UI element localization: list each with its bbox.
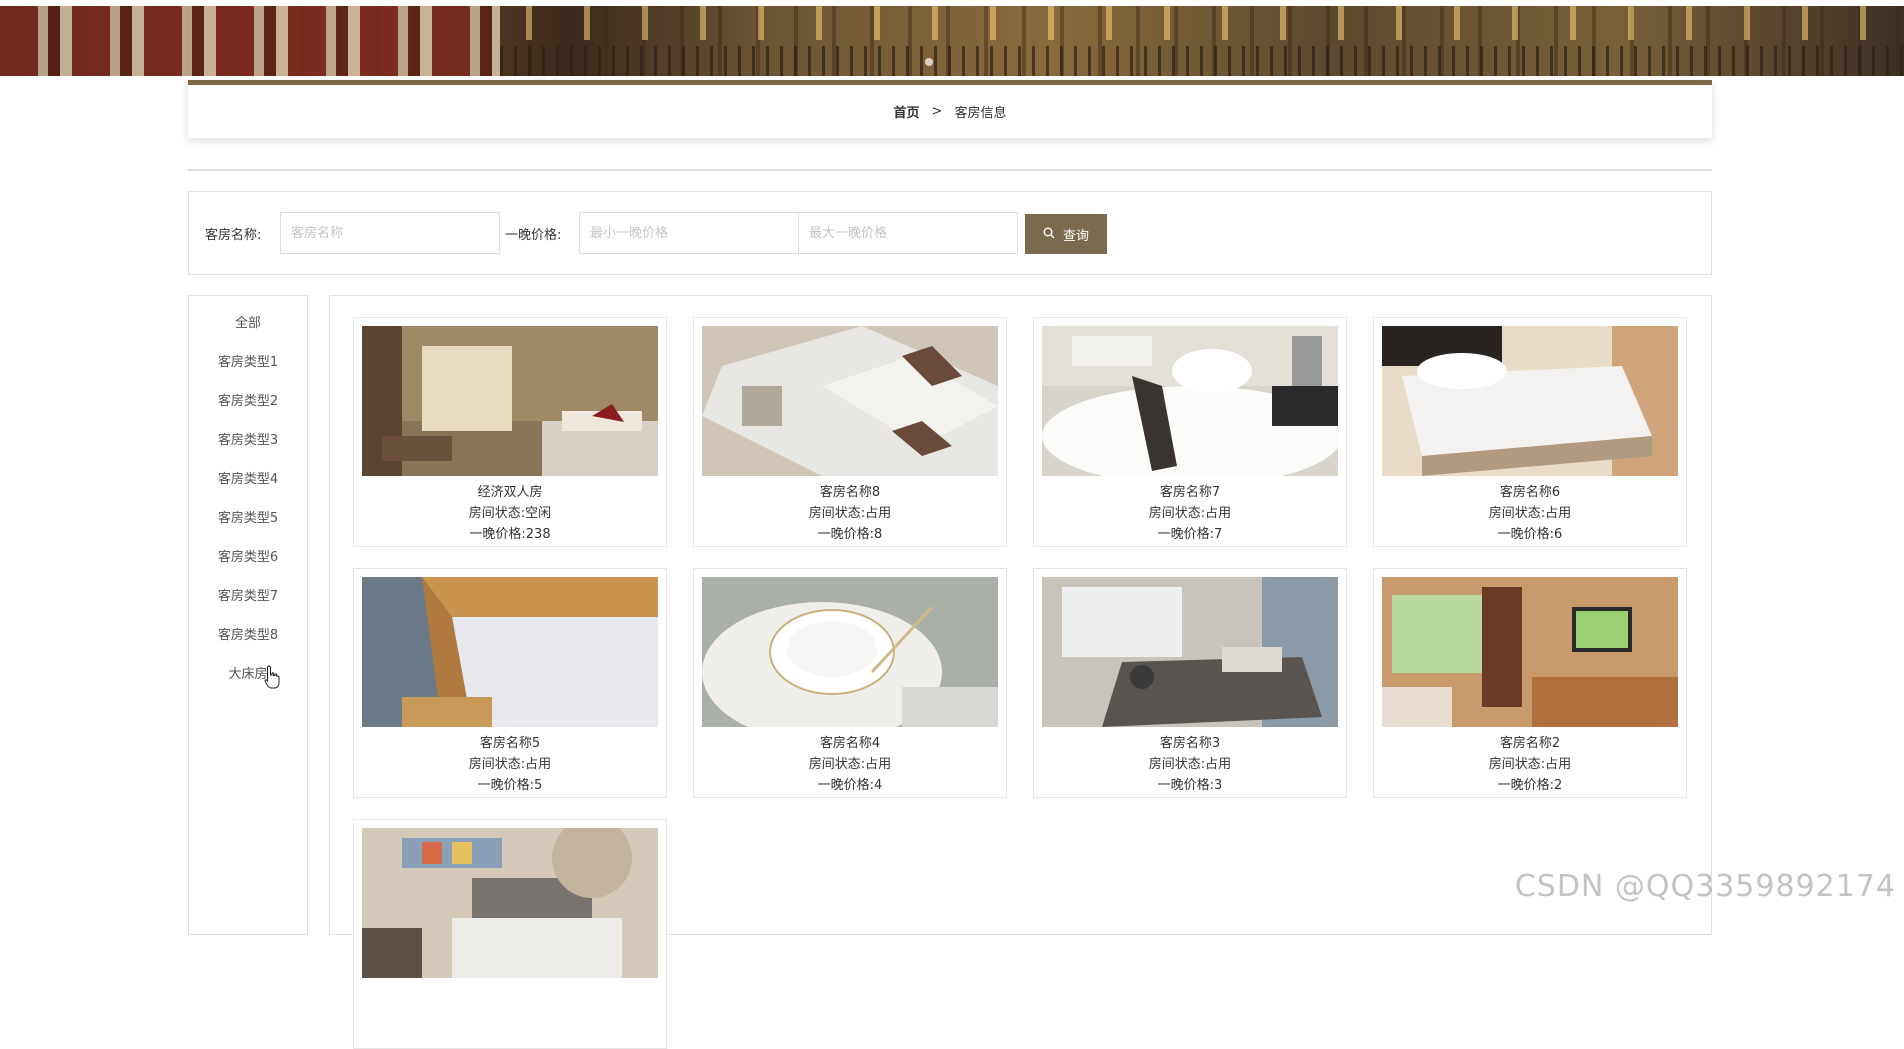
room-price: 一晚价格:8	[817, 527, 883, 542]
room-price: 一晚价格:4	[817, 778, 883, 793]
room-price: 一晚价格:6	[1497, 527, 1563, 542]
category-type-7[interactable]: 客房类型7	[189, 575, 307, 614]
room-status: 房间状态:占用	[1148, 506, 1232, 521]
breadcrumb-current: 客房信息	[954, 106, 1007, 121]
room-image	[702, 577, 998, 727]
room-price: 一晚价格:3	[1157, 778, 1223, 793]
room-card[interactable]	[353, 819, 667, 1049]
room-card[interactable]: 客房名称6 房间状态:占用 一晚价格:6	[1373, 317, 1687, 547]
room-name: 经济双人房	[477, 485, 543, 500]
category-type-4[interactable]: 客房类型4	[189, 458, 307, 497]
room-image	[702, 326, 998, 476]
room-name-input[interactable]	[280, 212, 500, 254]
room-status: 房间状态:占用	[808, 506, 892, 521]
room-status: 房间状态:占用	[1148, 757, 1232, 772]
category-type-6[interactable]: 客房类型6	[189, 536, 307, 575]
section-divider	[188, 169, 1712, 171]
breadcrumb-home-link[interactable]: 首页	[894, 102, 920, 121]
breadcrumb: 首页 > 客房信息	[188, 80, 1712, 138]
breadcrumb-separator: >	[931, 104, 943, 119]
room-card[interactable]: 经济双人房 房间状态:空闲 一晚价格:238	[353, 317, 667, 547]
room-status: 房间状态:占用	[468, 757, 552, 772]
room-image	[362, 326, 658, 476]
category-type-1[interactable]: 客房类型1	[189, 341, 307, 380]
search-button[interactable]: 查询	[1025, 214, 1107, 254]
search-form: 客房名称: 一晚价格: 查询	[188, 191, 1712, 275]
room-image	[1382, 577, 1678, 727]
room-card[interactable]: 客房名称4 房间状态:占用 一晚价格:4	[693, 568, 1007, 798]
carousel-dot[interactable]	[925, 58, 933, 66]
room-image	[1382, 326, 1678, 476]
room-card[interactable]: 客房名称3 房间状态:占用 一晚价格:3	[1033, 568, 1347, 798]
price-label: 一晚价格:	[505, 228, 562, 243]
banner-lights	[500, 6, 1904, 40]
category-king-bed[interactable]: 大床房	[189, 653, 307, 692]
room-name-label: 客房名称:	[205, 228, 262, 243]
room-image	[1042, 326, 1338, 476]
room-name: 客房名称6	[1499, 485, 1561, 500]
hand-cursor-icon	[264, 665, 280, 689]
room-card[interactable]: 客房名称5 房间状态:占用 一晚价格:5	[353, 568, 667, 798]
room-image	[362, 577, 658, 727]
room-price: 一晚价格:238	[469, 527, 551, 542]
room-image	[362, 828, 658, 978]
category-type-3[interactable]: 客房类型3	[189, 419, 307, 458]
watermark: CSDN @QQ3359892174	[1514, 869, 1896, 904]
room-name: 客房名称8	[819, 485, 881, 500]
banner-railing	[500, 46, 1904, 76]
room-name: 客房名称5	[479, 736, 541, 751]
search-icon	[1043, 227, 1055, 242]
hotel-banner-image	[0, 6, 1904, 76]
room-price: 一晚价格:7	[1157, 527, 1223, 542]
room-price: 一晚价格:5	[477, 778, 543, 793]
room-status: 房间状态:占用	[1488, 506, 1572, 521]
room-name: 客房名称4	[819, 736, 881, 751]
category-type-5[interactable]: 客房类型5	[189, 497, 307, 536]
category-type-2[interactable]: 客房类型2	[189, 380, 307, 419]
room-card[interactable]: 客房名称2 房间状态:占用 一晚价格:2	[1373, 568, 1687, 798]
room-name: 客房名称3	[1159, 736, 1221, 751]
room-image	[1042, 577, 1338, 727]
category-type-8[interactable]: 客房类型8	[189, 614, 307, 653]
min-price-input[interactable]	[579, 212, 799, 254]
room-status: 房间状态:占用	[808, 757, 892, 772]
room-grid: 经济双人房 房间状态:空闲 一晚价格:238 客房名称8 房间状态:占用 一晚价…	[329, 295, 1712, 1049]
room-name: 客房名称7	[1159, 485, 1221, 500]
room-card[interactable]: 客房名称7 房间状态:占用 一晚价格:7	[1033, 317, 1347, 547]
room-name: 客房名称2	[1499, 736, 1561, 751]
category-sidebar: 全部 客房类型1 客房类型2 客房类型3 客房类型4 客房类型5 客房类型6 客…	[188, 295, 308, 935]
max-price-input[interactable]	[798, 212, 1018, 254]
room-price: 一晚价格:2	[1497, 778, 1563, 793]
category-all[interactable]: 全部	[189, 302, 307, 341]
room-status: 房间状态:空闲	[468, 506, 552, 521]
room-status: 房间状态:占用	[1488, 757, 1572, 772]
room-card[interactable]: 客房名称8 房间状态:占用 一晚价格:8	[693, 317, 1007, 547]
search-button-label: 查询	[1062, 228, 1089, 244]
banner-building	[0, 6, 500, 76]
